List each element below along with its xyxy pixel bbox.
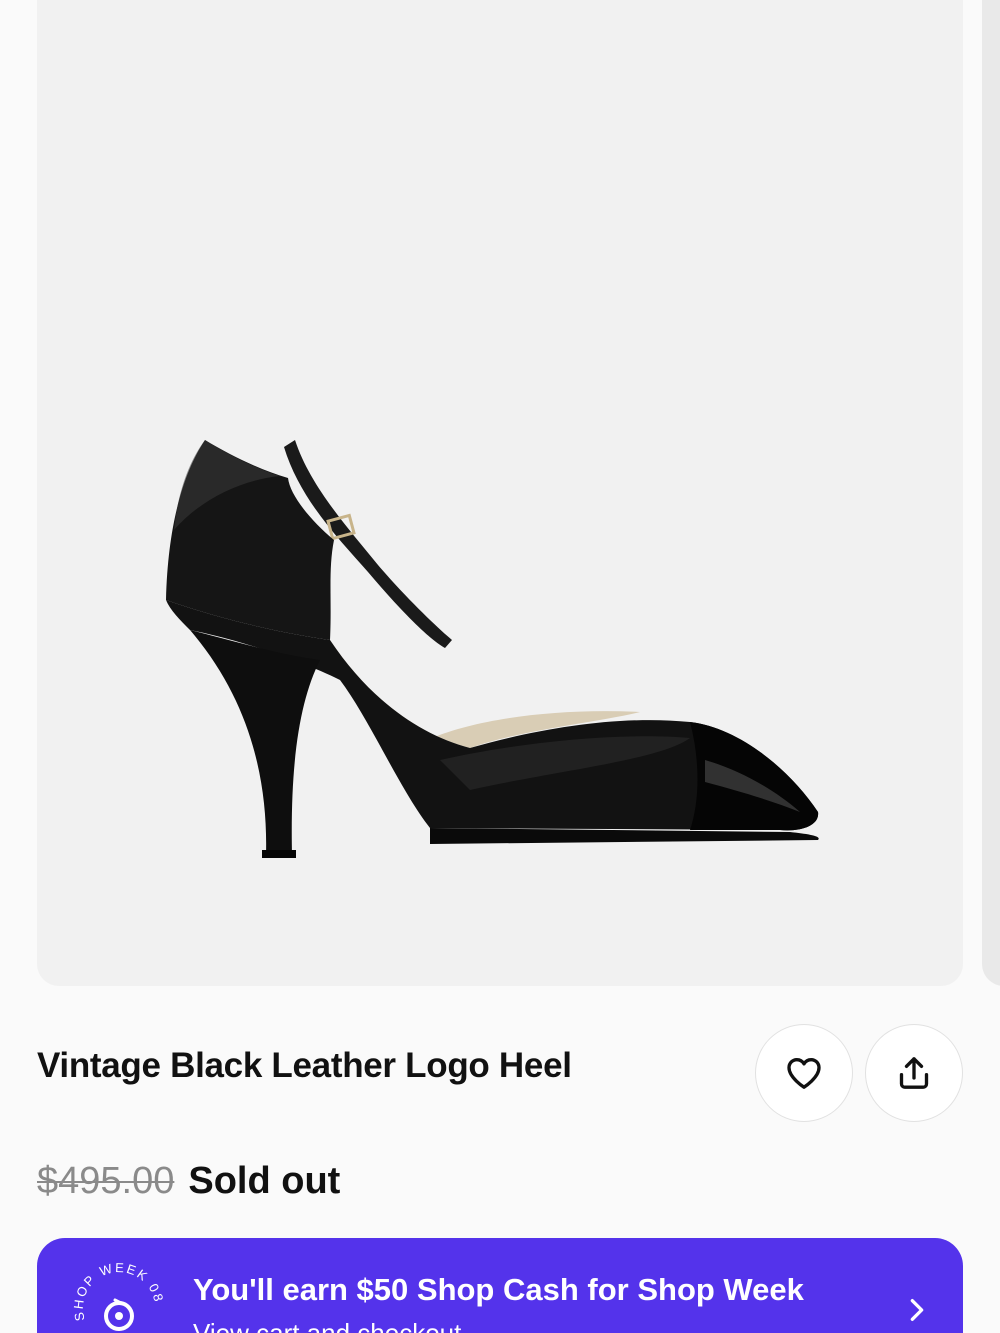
banner-title: You'll earn $50 Shop Cash for Shop Week — [193, 1272, 804, 1307]
heart-icon — [787, 1058, 821, 1089]
share-button[interactable] — [865, 1024, 963, 1122]
favorite-button[interactable] — [755, 1024, 853, 1122]
original-price: $495.00 — [37, 1160, 175, 1202]
shop-week-badge-icon: SHOP WEEK 08 M — [71, 1260, 165, 1331]
product-image-carousel[interactable] — [0, 0, 1000, 990]
price-row: $495.00 Sold out — [37, 1160, 340, 1203]
sold-out-status: Sold out — [188, 1160, 341, 1202]
product-page: Vintage Black Leather Logo Heel $495.00 … — [0, 0, 1000, 1333]
product-title: Vintage Black Leather Logo Heel — [37, 1046, 572, 1085]
next-product-image-peek[interactable] — [982, 0, 1000, 986]
product-image[interactable] — [37, 0, 963, 986]
chevron-right-icon[interactable] — [903, 1296, 931, 1324]
heel-shoe-illustration — [166, 440, 819, 858]
share-icon — [899, 1057, 929, 1089]
view-cart-link[interactable]: View cart and checkout — [193, 1318, 461, 1333]
shop-cash-banner[interactable]: SHOP WEEK 08 M You'll earn $50 Shop Cash… — [37, 1238, 963, 1333]
